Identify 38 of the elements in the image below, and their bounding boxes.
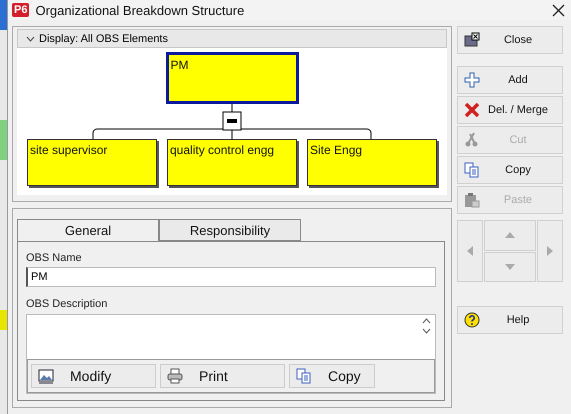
close-window-icon xyxy=(464,32,480,48)
help-button[interactable]: Help xyxy=(457,306,563,334)
toolbar-button[interactable]: Modify xyxy=(31,364,156,388)
field-label: OBS Name xyxy=(26,252,83,264)
display-label: Display: All OBS Elements xyxy=(39,32,168,44)
side-button[interactable]: Del. / Merge xyxy=(457,96,563,124)
delete-icon xyxy=(464,102,480,118)
tab[interactable]: General xyxy=(17,219,159,241)
toolbar-button[interactable]: Print xyxy=(160,364,285,388)
side-button[interactable]: Copy xyxy=(457,156,563,184)
printer-icon xyxy=(167,368,183,384)
window-title: Organizational Breakdown Structure xyxy=(35,2,246,18)
scroll-arrows-icon[interactable] xyxy=(422,317,431,335)
scissors-icon xyxy=(464,132,480,148)
side-button[interactable]: Add xyxy=(457,66,563,94)
down-arrow-icon xyxy=(504,262,516,271)
tab[interactable]: Responsibility xyxy=(159,219,301,241)
description-field[interactable]: Modify Print Copy xyxy=(26,314,436,394)
toolbar-button[interactable]: Copy xyxy=(289,364,375,388)
field-label: OBS Description xyxy=(26,298,108,310)
plus-icon xyxy=(464,72,480,88)
display-header[interactable]: Display: All OBS Elements xyxy=(17,29,447,48)
obs-node[interactable]: Site Engg xyxy=(307,139,437,186)
app-logo: P6 xyxy=(12,3,30,17)
obs-node[interactable]: site supervisor xyxy=(27,139,157,186)
left-arrow-icon xyxy=(466,245,474,257)
copy-icon xyxy=(464,162,480,178)
picture-frame-icon xyxy=(38,368,54,384)
obs-name-field[interactable]: PM xyxy=(26,267,436,287)
clipboard-icon xyxy=(464,192,480,208)
up-arrow-icon xyxy=(504,231,516,240)
help-icon xyxy=(464,312,480,328)
right-arrow-icon xyxy=(546,245,554,257)
obs-node[interactable]: quality control engg xyxy=(167,139,297,186)
close-icon[interactable] xyxy=(552,4,565,16)
obs-node[interactable]: PM xyxy=(166,52,298,104)
copy-icon xyxy=(296,368,312,384)
side-button[interactable]: Close xyxy=(457,26,563,54)
